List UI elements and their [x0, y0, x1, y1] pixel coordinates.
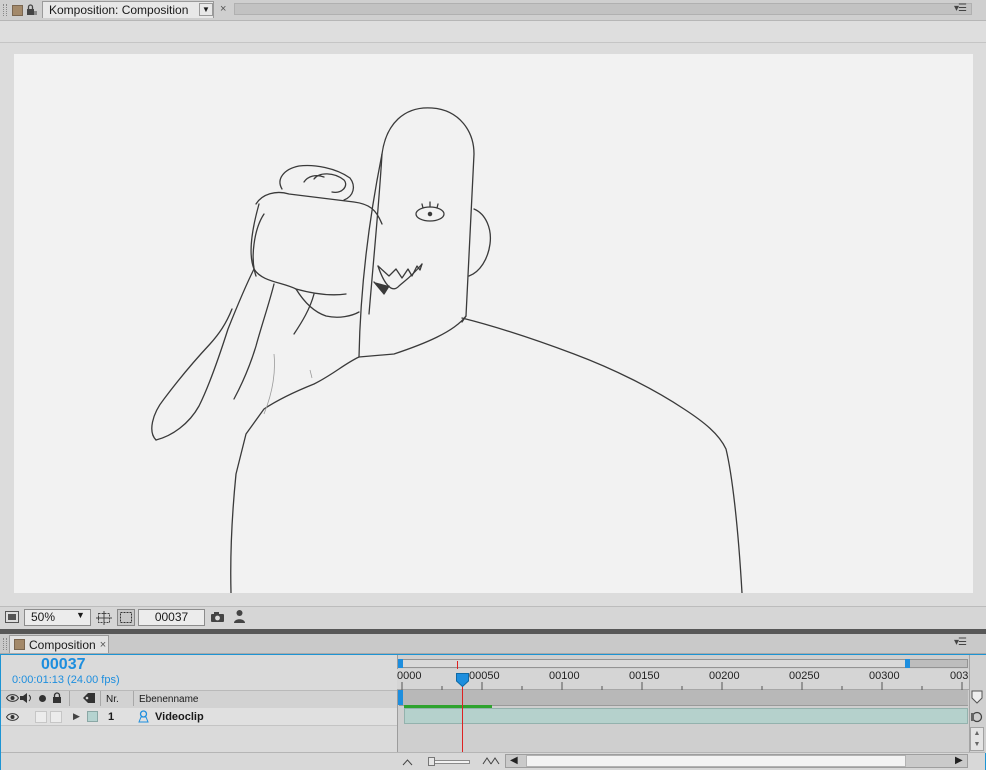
panel-menu-icon[interactable]: ▾☰	[954, 3, 967, 14]
layer-duration-bar[interactable]	[404, 708, 968, 724]
column-layer-name[interactable]: Ebenenname	[139, 694, 199, 705]
timecode-detail: 0:00:01:13 (24.00 fps)	[12, 674, 120, 686]
layer-name[interactable]: Videoclip	[155, 711, 204, 723]
composition-canvas[interactable]	[14, 54, 973, 593]
panel-grip-icon[interactable]	[3, 638, 7, 650]
panel-menu-icon[interactable]: ▾☰	[954, 637, 967, 648]
timeline-zoom-knob[interactable]	[428, 757, 435, 766]
frame-value: 00037	[154, 610, 189, 624]
resolution-icon[interactable]	[96, 611, 112, 628]
current-frame-field[interactable]: 00037	[138, 609, 205, 626]
footage-icon	[138, 710, 149, 726]
close-icon[interactable]: ×	[220, 3, 226, 15]
work-area-start-handle[interactable]	[398, 690, 403, 705]
ruler-tick-label: 00050	[469, 670, 500, 682]
lock-checkbox[interactable]	[50, 711, 62, 723]
layer-label-color[interactable]	[87, 711, 98, 722]
lock-icon[interactable]	[52, 692, 62, 707]
zoom-value: 50%	[31, 610, 56, 624]
scroll-right-icon[interactable]: ▶	[955, 755, 963, 766]
tab-composition-timeline[interactable]: Composition ×	[9, 635, 109, 653]
camera-icon[interactable]	[210, 611, 225, 626]
ruler-tick-label: 003	[950, 670, 969, 682]
scroll-down-icon[interactable]: ▼	[971, 739, 983, 750]
scroll-up-icon[interactable]: ▲	[971, 728, 983, 739]
ruler-tick-label: 00250	[789, 670, 820, 682]
composition-color-icon	[14, 639, 25, 650]
work-area-bar[interactable]	[399, 690, 968, 706]
column-separator[interactable]	[100, 691, 101, 706]
timeline-tab-label: Composition	[29, 637, 96, 652]
composition-color-icon	[12, 5, 23, 16]
region-of-interest-icon[interactable]	[117, 609, 135, 629]
playhead-line	[462, 683, 463, 753]
tab-composition-viewer[interactable]: Komposition: Composition	[42, 1, 214, 18]
close-icon[interactable]: ×	[100, 639, 106, 651]
ruler-tick-label: 0000	[397, 670, 422, 682]
tab-bar-empty-area	[234, 3, 972, 15]
ruler-tick-label: 00300	[869, 670, 900, 682]
timeline-tab-bar	[0, 634, 986, 654]
current-time-display[interactable]: 00037	[41, 656, 86, 674]
sketch-illustration	[151, 107, 743, 593]
column-separator[interactable]	[69, 691, 70, 706]
expand-triangle-icon[interactable]: ▶	[73, 711, 80, 722]
always-preview-icon[interactable]	[5, 611, 19, 626]
column-number: Nr.	[106, 694, 119, 705]
lock-icon[interactable]	[26, 3, 38, 19]
navigator-end-handle[interactable]	[905, 659, 910, 668]
ruler-tick-label: 00150	[629, 670, 660, 682]
horizontal-scroll-thumb[interactable]	[526, 755, 906, 767]
ruler-ticks	[401, 682, 963, 690]
column-separator[interactable]	[133, 691, 134, 706]
layer-number: 1	[108, 711, 115, 723]
ruler-tick-label: 00100	[549, 670, 580, 682]
scroll-left-icon[interactable]: ◀	[510, 755, 518, 766]
speaker-icon[interactable]	[20, 693, 32, 706]
zoom-out-icon[interactable]	[402, 757, 413, 769]
tab-label: Komposition: Composition	[49, 3, 189, 17]
solo-icon[interactable]	[38, 694, 47, 706]
search-icon[interactable]	[970, 711, 984, 726]
composition-dropdown-button[interactable]: ▼	[199, 3, 213, 16]
zoom-in-icon[interactable]	[482, 756, 500, 768]
playhead-handle[interactable]	[456, 673, 469, 688]
user-icon[interactable]	[233, 609, 246, 627]
navigator-start-handle[interactable]	[398, 659, 403, 668]
visibility-eye-icon[interactable]	[5, 712, 20, 725]
solo-checkbox[interactable]	[35, 711, 47, 723]
label-tag-icon[interactable]	[82, 692, 96, 707]
comp-marker-bin-icon[interactable]	[971, 690, 983, 707]
time-navigator-range[interactable]	[401, 660, 909, 667]
panel-grip-icon[interactable]	[3, 4, 7, 16]
eye-icon[interactable]	[5, 693, 20, 706]
ruler-tick-label: 00200	[709, 670, 740, 682]
vertical-scrollbar[interactable]: ▲ ▼	[970, 727, 984, 751]
playhead-navigator-marker	[457, 661, 458, 669]
chevron-down-icon[interactable]: ▼	[76, 610, 85, 620]
